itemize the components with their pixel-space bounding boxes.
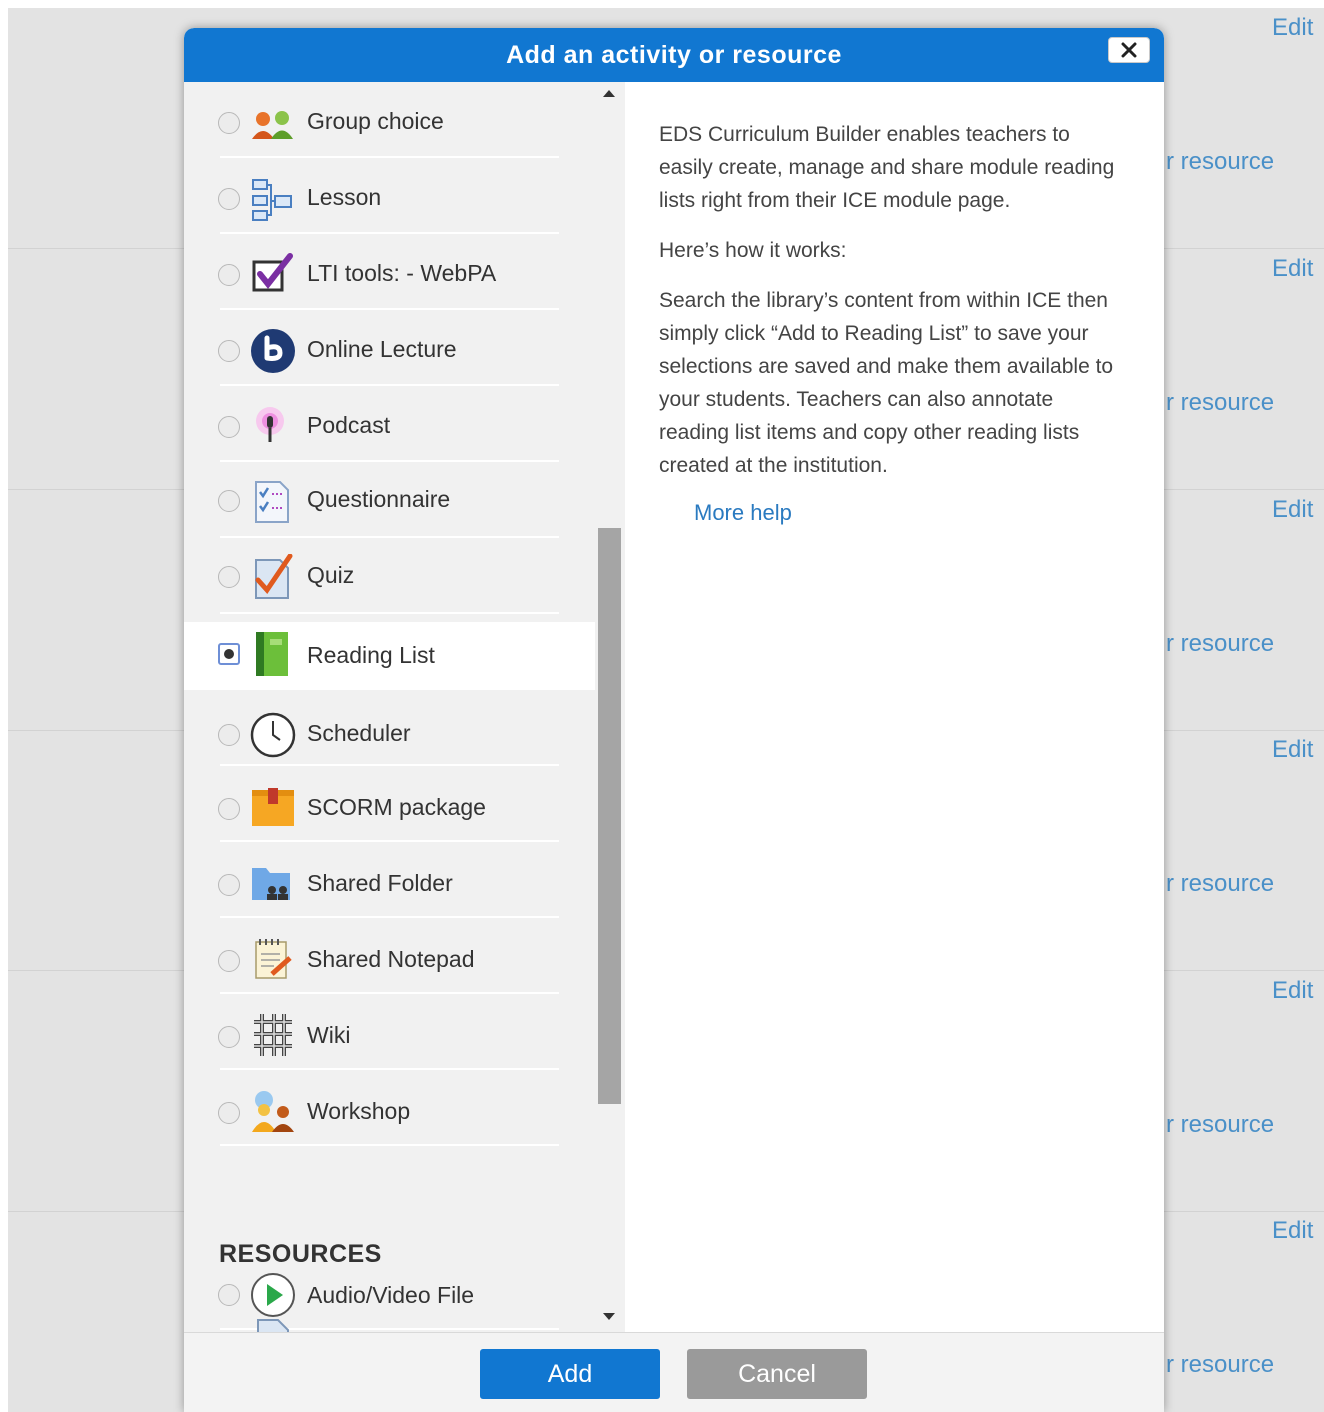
radio-button[interactable]	[218, 188, 240, 210]
option-audio-video-file[interactable]: Audio/Video File	[184, 1254, 595, 1330]
shared-notepad-icon	[255, 939, 292, 979]
option-questionnaire[interactable]: Questionnaire	[184, 462, 595, 538]
add-resource-link[interactable]: r resource	[1166, 630, 1274, 658]
lesson-icon	[252, 179, 292, 221]
group-choice-icon	[252, 111, 293, 139]
cancel-button[interactable]: Cancel	[687, 1349, 867, 1399]
option-group-choice[interactable]: Group choice	[184, 82, 595, 158]
edit-link[interactable]: Edit	[1272, 496, 1313, 524]
option-label: Shared Folder	[307, 870, 453, 896]
add-resource-link[interactable]: r resource	[1166, 389, 1274, 417]
radio-button[interactable]	[218, 416, 240, 438]
option-label: Questionnaire	[307, 486, 451, 512]
option-label: Group choice	[307, 108, 444, 134]
edit-link[interactable]: Edit	[1272, 1217, 1313, 1245]
close-icon	[1121, 42, 1137, 58]
wiki-icon	[254, 1014, 292, 1056]
radio-button[interactable]	[218, 798, 240, 820]
add-resource-link[interactable]: r resource	[1166, 1351, 1274, 1379]
edit-link[interactable]: Edit	[1272, 255, 1313, 283]
radio-button[interactable]	[218, 566, 240, 588]
help-paragraph: Search the library’s content from within…	[659, 289, 1114, 477]
radio-button[interactable]	[218, 1102, 240, 1124]
option-label: Lesson	[307, 184, 382, 210]
edit-link[interactable]: Edit	[1272, 14, 1313, 42]
online-lecture-icon	[251, 329, 295, 373]
edit-link[interactable]: Edit	[1272, 977, 1313, 1005]
radio-button[interactable]	[218, 112, 240, 134]
option-shared-folder[interactable]: Shared Folder	[184, 842, 595, 918]
radio-button[interactable]	[218, 340, 240, 362]
edit-link[interactable]: Edit	[1272, 736, 1313, 764]
add-resource-link[interactable]: r resource	[1166, 870, 1274, 898]
option-label: Scheduler	[307, 720, 411, 746]
dialog-footer: Add Cancel	[184, 1332, 1164, 1412]
shared-folder-icon	[252, 868, 290, 900]
option-scorm-package[interactable]: SCORM package	[184, 766, 595, 842]
add-resource-link[interactable]: r resource	[1166, 1111, 1274, 1139]
row-divider	[220, 612, 559, 614]
add-button[interactable]: Add	[480, 1349, 660, 1399]
scorm-package-icon	[252, 788, 294, 826]
option-label: Audio/Video File	[307, 1282, 475, 1308]
radio-button[interactable]	[218, 490, 240, 512]
option-label: Wiki	[307, 1022, 351, 1048]
workshop-icon	[252, 1091, 294, 1132]
add-resource-link[interactable]: r resource	[1166, 148, 1274, 176]
questionnaire-icon	[255, 481, 289, 523]
option-lesson[interactable]: Lesson	[184, 158, 595, 234]
option-podcast[interactable]: Podcast	[184, 386, 595, 462]
radio-button[interactable]	[218, 724, 240, 746]
file-icon	[257, 1319, 289, 1332]
radio-button[interactable]	[218, 874, 240, 896]
audio-video-file-icon	[251, 1273, 295, 1317]
option-label: Shared Notepad	[307, 946, 475, 972]
quiz-icon	[255, 554, 293, 599]
help-description-pane: EDS Curriculum Builder enables teachers …	[625, 82, 1164, 1332]
option-label: Workshop	[307, 1098, 411, 1124]
dialog-header: Add an activity or resource	[184, 28, 1164, 82]
option-label: Online Lecture	[307, 336, 457, 362]
scrollbar-thumb[interactable]	[598, 528, 621, 1104]
radio-button-checked[interactable]	[218, 643, 240, 665]
options-scrollbar[interactable]	[595, 82, 625, 1332]
option-label: Podcast	[307, 412, 391, 438]
radio-button[interactable]	[218, 950, 240, 972]
option-label: LTI tools: - WebPA	[307, 260, 497, 286]
radio-button[interactable]	[218, 1284, 240, 1306]
scroll-up-arrow-icon[interactable]	[603, 90, 615, 97]
help-paragraph: EDS Curriculum Builder enables teachers …	[659, 123, 1115, 212]
option-shared-notepad[interactable]: Shared Notepad	[184, 918, 595, 994]
radio-button[interactable]	[218, 264, 240, 286]
option-lti-tools[interactable]: LTI tools: - WebPA	[184, 234, 595, 310]
dialog-title: Add an activity or resource	[506, 41, 842, 69]
option-online-lecture[interactable]: Online Lecture	[184, 310, 595, 386]
lti-tools-icon	[252, 253, 293, 292]
option-quiz[interactable]: Quiz	[184, 538, 595, 614]
activity-options-list[interactable]: Group choice Lesson LTI tools: - WebPA O…	[184, 82, 595, 1332]
radio-button[interactable]	[218, 1026, 240, 1048]
reading-list-icon	[256, 632, 288, 676]
scheduler-icon	[250, 712, 296, 758]
option-wiki[interactable]: Wiki	[184, 994, 595, 1070]
option-scheduler[interactable]: Scheduler	[184, 690, 595, 766]
help-paragraph: Here’s how it works:	[659, 239, 847, 262]
option-workshop[interactable]: Workshop	[184, 1070, 595, 1146]
row-divider	[220, 1144, 559, 1146]
close-button[interactable]	[1108, 37, 1150, 63]
add-activity-dialog: Add an activity or resource Group choice	[184, 28, 1164, 1412]
scroll-down-arrow-icon[interactable]	[603, 1313, 615, 1320]
podcast-icon	[256, 407, 284, 442]
option-label: SCORM package	[307, 794, 486, 820]
option-label: Reading List	[307, 642, 435, 668]
option-reading-list[interactable]: Reading List	[184, 622, 595, 690]
option-label: Quiz	[307, 562, 355, 588]
more-help-link[interactable]: More help	[694, 500, 792, 526]
